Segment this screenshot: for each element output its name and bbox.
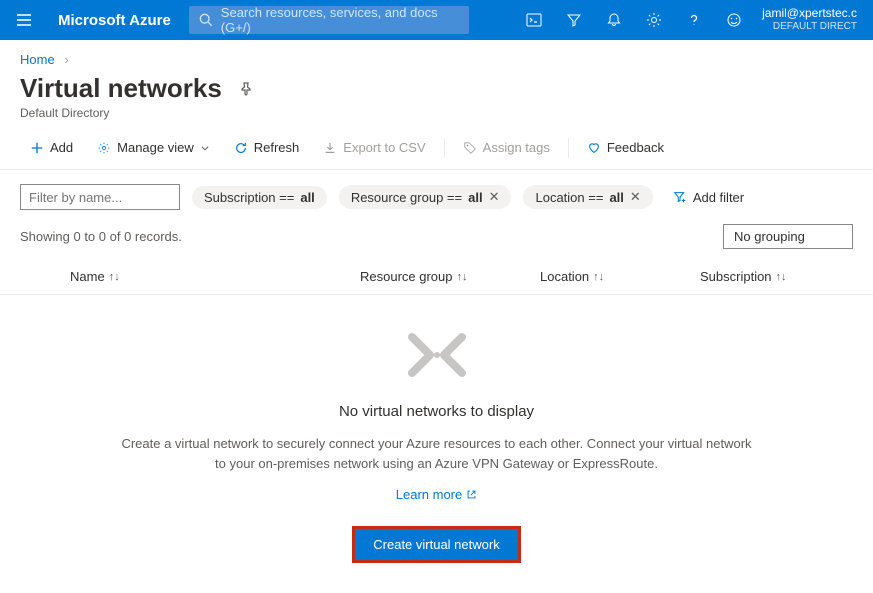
sort-icon: ↑↓	[593, 271, 604, 283]
close-icon[interactable]: ✕	[630, 189, 641, 205]
export-csv-button[interactable]: Export to CSV	[313, 134, 435, 161]
account-email: jamil@xpertstec.c	[762, 6, 857, 20]
heart-icon	[587, 141, 601, 155]
filter-name-input[interactable]	[20, 184, 180, 210]
feedback-button[interactable]: Feedback	[577, 134, 674, 161]
gear-icon	[97, 141, 111, 155]
table-header: Name ↑↓ Resource group ↑↓ Location ↑↓ Su…	[0, 259, 873, 295]
separator	[444, 138, 445, 158]
help-icon[interactable]	[674, 0, 714, 40]
create-virtual-network-button[interactable]: Create virtual network	[352, 526, 520, 563]
empty-title: No virtual networks to display	[20, 403, 853, 420]
manage-view-button[interactable]: Manage view	[87, 134, 220, 161]
filter-pill-location[interactable]: Location == all ✕	[523, 185, 652, 209]
page-subtitle: Default Directory	[20, 106, 853, 120]
filter-pill-resource-group[interactable]: Resource group == all ✕	[339, 185, 512, 209]
grouping-dropdown[interactable]: No grouping	[723, 224, 853, 249]
top-bar: Microsoft Azure Search resources, servic…	[0, 0, 873, 40]
tag-icon	[463, 141, 477, 155]
settings-icon[interactable]	[634, 0, 674, 40]
refresh-icon	[234, 141, 248, 155]
feedback-icon[interactable]	[714, 0, 754, 40]
command-bar: Add Manage view Refresh Export to CSV As…	[0, 126, 873, 170]
empty-state-icon	[20, 325, 853, 385]
add-filter-button[interactable]: Add filter	[665, 186, 752, 209]
status-row: Showing 0 to 0 of 0 records. No grouping	[0, 220, 873, 259]
learn-more-link[interactable]: Learn more	[396, 487, 477, 502]
sort-icon: ↑↓	[457, 271, 468, 283]
column-resource-group[interactable]: Resource group ↑↓	[360, 269, 540, 284]
column-location[interactable]: Location ↑↓	[540, 269, 700, 284]
breadcrumb: Home ›	[0, 40, 873, 73]
column-subscription[interactable]: Subscription ↑↓	[700, 269, 853, 284]
notifications-icon[interactable]	[594, 0, 634, 40]
close-icon[interactable]: ✕	[489, 189, 500, 205]
filter-pill-subscription[interactable]: Subscription == all	[192, 186, 327, 209]
assign-tags-button[interactable]: Assign tags	[453, 134, 560, 161]
chevron-right-icon: ›	[64, 52, 68, 67]
column-name[interactable]: Name ↑↓	[20, 269, 360, 284]
filter-add-icon	[673, 190, 687, 204]
chevron-down-icon	[200, 143, 210, 153]
sort-icon: ↑↓	[776, 271, 787, 283]
download-icon	[323, 141, 337, 155]
menu-icon[interactable]	[8, 6, 40, 34]
separator	[568, 138, 569, 158]
refresh-button[interactable]: Refresh	[224, 134, 310, 161]
page-header: Virtual networks Default Directory	[0, 73, 873, 126]
global-search[interactable]: Search resources, services, and docs (G+…	[189, 6, 469, 34]
plus-icon	[30, 141, 44, 155]
search-placeholder: Search resources, services, and docs (G+…	[221, 5, 459, 35]
search-icon	[199, 13, 213, 27]
external-link-icon	[466, 489, 477, 500]
account-directory: DEFAULT DIRECT	[762, 20, 857, 34]
cloud-shell-icon[interactable]	[514, 0, 554, 40]
sort-icon: ↑↓	[109, 271, 120, 283]
account-info[interactable]: jamil@xpertstec.c DEFAULT DIRECT	[754, 6, 865, 34]
filter-bar: Subscription == all Resource group == al…	[0, 170, 873, 220]
directory-filter-icon[interactable]	[554, 0, 594, 40]
add-button[interactable]: Add	[20, 134, 83, 161]
pin-icon[interactable]	[238, 81, 254, 97]
empty-state: No virtual networks to display Create a …	[0, 295, 873, 593]
brand[interactable]: Microsoft Azure	[40, 12, 189, 29]
record-count: Showing 0 to 0 of 0 records.	[20, 229, 182, 244]
empty-description: Create a virtual network to securely con…	[117, 434, 757, 473]
page-title: Virtual networks	[20, 73, 222, 104]
breadcrumb-home[interactable]: Home	[20, 52, 55, 67]
